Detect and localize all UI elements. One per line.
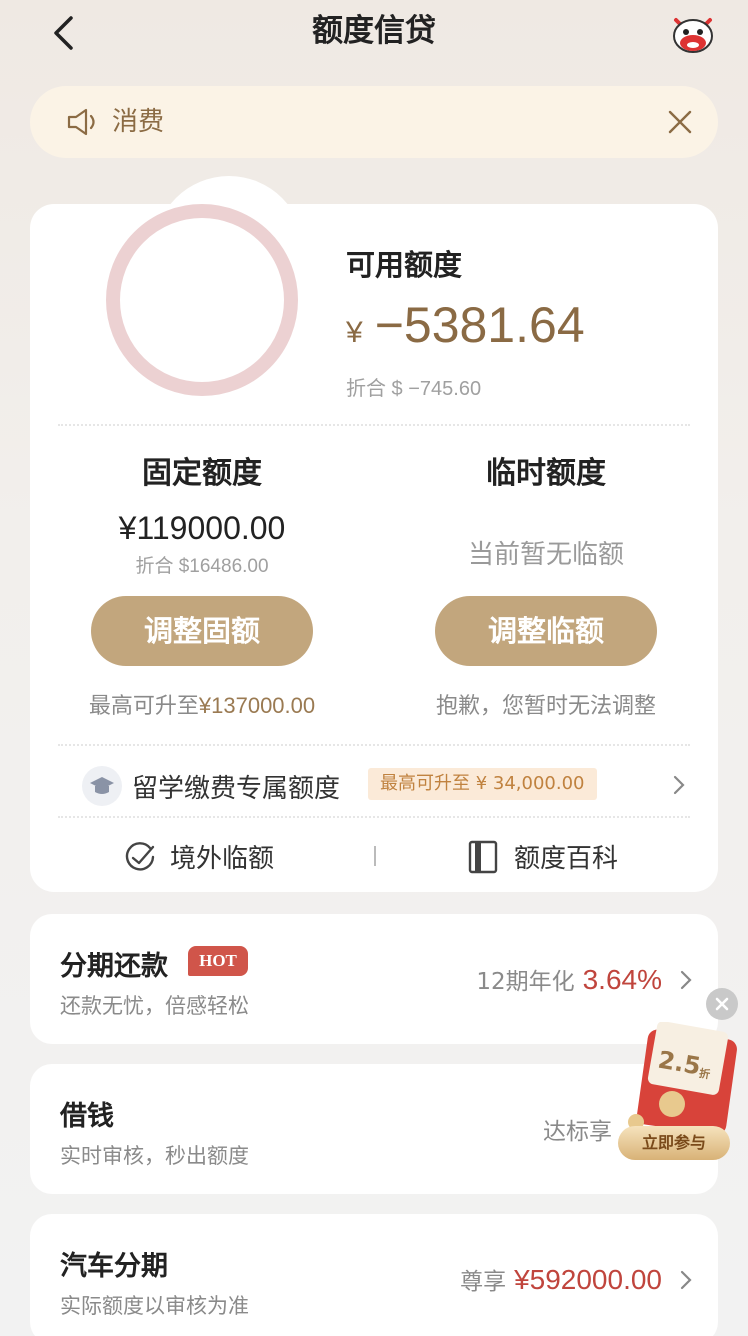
product-subtitle: 实际额度以审核为准 bbox=[60, 1294, 249, 1318]
adjust-temp-button[interactable]: 调整临额 bbox=[435, 596, 657, 666]
red-envelope-icon bbox=[628, 1022, 737, 1134]
notice-bar[interactable]: 消费 bbox=[30, 86, 718, 158]
temp-limit-status: 当前暂无临额 bbox=[467, 540, 624, 570]
fixed-note-value: ¥137000.00 bbox=[198, 693, 316, 718]
credit-card-panel: 可用额度 ¥ −5381.64 折合 $ −745.60 固定额度 ¥119000… bbox=[30, 204, 718, 892]
plane-globe-icon bbox=[125, 842, 155, 871]
study-abroad-limit-row[interactable]: 留学缴费专属额度 最高可升至 ¥ 34,000.00 bbox=[30, 758, 718, 814]
study-abroad-label: 留学缴费专属额度 bbox=[132, 774, 341, 804]
chevron-right-icon bbox=[673, 775, 685, 795]
promo-close-button[interactable] bbox=[706, 988, 738, 1020]
offer-label: 尊享 bbox=[460, 1269, 507, 1295]
promo-red-envelope[interactable]: 2.5折 立即参与 bbox=[612, 1022, 744, 1162]
limit-encyclopedia-link[interactable]: 额度百科 bbox=[466, 836, 686, 880]
fixed-limit-converted: 折合 $16486.00 bbox=[135, 556, 269, 577]
currency-symbol: ¥ bbox=[346, 316, 363, 349]
offer-label: 达标享 bbox=[543, 1119, 612, 1145]
close-icon bbox=[715, 997, 729, 1011]
overseas-temp-limit-label: 境外临额 bbox=[170, 844, 275, 874]
adjust-fixed-button[interactable]: 调整固额 bbox=[91, 596, 313, 666]
available-value: −5381.64 bbox=[374, 297, 585, 353]
rate-label: 12期年化 bbox=[476, 969, 575, 995]
fixed-limit-amount: ¥119000.00 bbox=[118, 510, 286, 546]
product-title: 借钱 bbox=[60, 1101, 114, 1132]
fixed-limit-column: 固定额度 ¥119000.00 折合 $16486.00 bbox=[30, 448, 374, 578]
product-offer: 尊享 ¥592000.00 bbox=[460, 1262, 662, 1296]
page-title: 额度信贷 bbox=[312, 13, 436, 49]
overseas-temp-limit-link[interactable]: 境外临额 bbox=[122, 836, 342, 880]
available-label: 可用额度 bbox=[346, 248, 463, 282]
product-title: 汽车分期 bbox=[60, 1251, 168, 1282]
close-icon[interactable] bbox=[664, 106, 696, 138]
product-subtitle: 还款无忧，倍感轻松 bbox=[60, 994, 249, 1018]
limit-encyclopedia-label: 额度百科 bbox=[514, 844, 619, 874]
temp-limit-note: 抱歉，您暂时无法调整 bbox=[435, 694, 656, 719]
offer-value: ¥592000.00 bbox=[514, 1264, 662, 1295]
divider bbox=[58, 744, 690, 746]
fixed-limit-title: 固定额度 bbox=[142, 456, 262, 491]
fixed-limit-note: 最高可升至¥137000.00 bbox=[30, 688, 374, 720]
rate-value: 3.64% bbox=[582, 964, 662, 995]
available-amount: ¥ −5381.64 bbox=[346, 296, 585, 354]
divider bbox=[58, 816, 690, 818]
chevron-right-icon bbox=[680, 1270, 692, 1290]
temp-limit-column: 临时额度 当前暂无临额 bbox=[374, 448, 718, 571]
product-rate: 12期年化 3.64% bbox=[476, 962, 662, 996]
cow-mascot-icon[interactable] bbox=[668, 10, 718, 56]
temp-limit-title: 临时额度 bbox=[486, 456, 606, 491]
available-converted: 折合 $ −745.60 bbox=[346, 378, 482, 400]
hot-badge: HOT bbox=[188, 946, 248, 976]
product-title: 分期还款 bbox=[60, 951, 168, 982]
promo-unit: 折 bbox=[698, 1066, 712, 1082]
car-installment-card[interactable]: 汽车分期 实际额度以审核为准 尊享 ¥592000.00 bbox=[30, 1214, 718, 1336]
chevron-right-icon bbox=[680, 970, 692, 990]
speaker-icon bbox=[67, 108, 95, 136]
divider bbox=[58, 424, 690, 426]
product-subtitle: 实时审核，秒出额度 bbox=[60, 1144, 249, 1168]
product-offer: 达标享 bbox=[543, 1112, 612, 1146]
graduation-cap-icon bbox=[82, 766, 122, 806]
link-separator bbox=[374, 846, 376, 866]
credit-ring bbox=[106, 204, 298, 396]
study-abroad-badge: 最高可升至 ¥ 34,000.00 bbox=[368, 768, 597, 800]
join-now-button[interactable]: 立即参与 bbox=[618, 1126, 730, 1160]
notice-text: 消费 bbox=[112, 107, 165, 137]
book-icon bbox=[468, 840, 498, 874]
fixed-note-prefix: 最高可升至 bbox=[88, 694, 199, 719]
